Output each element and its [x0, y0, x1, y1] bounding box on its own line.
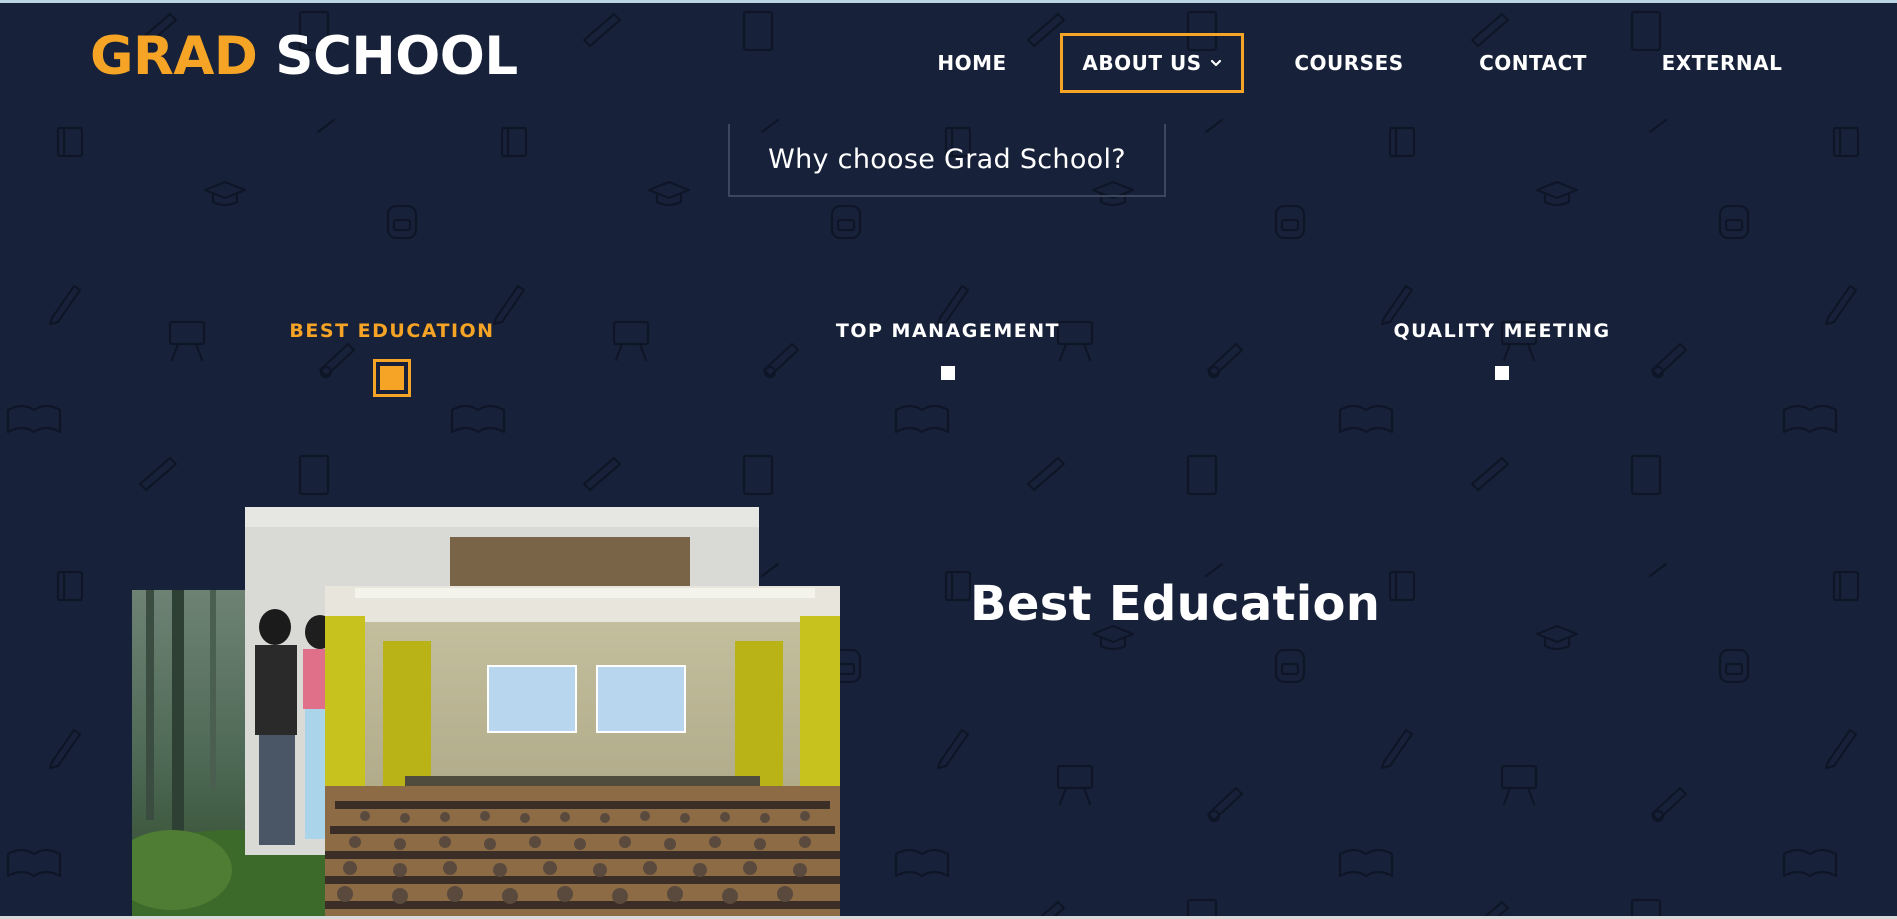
main-nav: HOME ABOUT US COURSES CONTACT EXTERNAL [0, 33, 1897, 93]
window-top-border [0, 0, 1897, 3]
nav-label-home: HOME [937, 51, 1007, 75]
tab-quality-meeting[interactable]: QUALITY MEETING [1272, 318, 1732, 380]
page: GRAD SCHOOL HOME ABOUT US COURSES CONTAC… [0, 0, 1897, 919]
content-title: Best Education [970, 576, 1381, 632]
section-heading-box: Why choose Grad School? [728, 124, 1166, 197]
tab-label-quality-meeting: QUALITY MEETING [1393, 320, 1611, 342]
tab-indicator [1495, 366, 1509, 380]
tab-label-best-education: BEST EDUCATION [289, 320, 495, 342]
tab-indicator [941, 366, 955, 380]
nav-item-about-us[interactable]: ABOUT US [1060, 33, 1244, 93]
tab-indicator-active [373, 359, 411, 397]
nav-item-contact[interactable]: CONTACT [1470, 33, 1596, 93]
nav-label-courses: COURSES [1294, 51, 1404, 75]
nav-label-external: EXTERNAL [1661, 51, 1783, 75]
tab-top-management[interactable]: TOP MANAGEMENT [718, 318, 1178, 380]
tab-label-top-management: TOP MANAGEMENT [835, 320, 1061, 342]
tab-best-education[interactable]: BEST EDUCATION [162, 318, 622, 397]
lecture-hall-image [325, 586, 840, 919]
nav-item-external[interactable]: EXTERNAL [1652, 33, 1792, 93]
nav-label-contact: CONTACT [1479, 51, 1587, 75]
nav-label-about-us: ABOUT US [1082, 51, 1202, 75]
nav-item-home[interactable]: HOME [924, 33, 1020, 93]
section-heading: Why choose Grad School? [768, 144, 1126, 175]
chevron-down-icon [1210, 57, 1222, 69]
nav-item-courses[interactable]: COURSES [1284, 33, 1414, 93]
